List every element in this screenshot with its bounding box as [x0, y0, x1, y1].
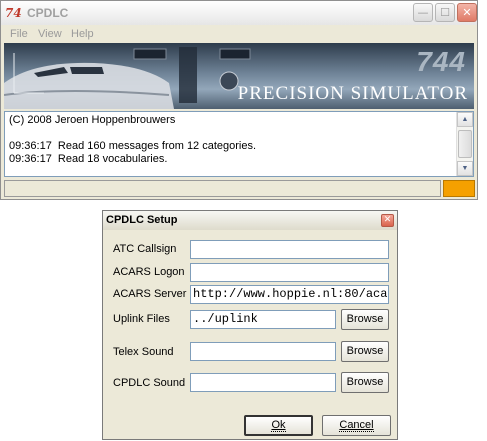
banner-image: 744 PRECISION SIMULATOR — [4, 43, 474, 109]
cancel-button-label: Cancel — [339, 419, 374, 432]
acars-server-input[interactable]: http://www.hoppie.nl:80/acars — [190, 285, 389, 304]
scroll-thumb[interactable] — [458, 130, 472, 158]
atc-callsign-input[interactable] — [190, 240, 389, 259]
cancel-button[interactable]: Cancel — [322, 415, 391, 436]
ok-button[interactable]: Ok — [244, 415, 313, 436]
telex-sound-label: Telex Sound — [113, 346, 174, 358]
dialog-close-button[interactable]: ✕ — [381, 214, 394, 227]
dialog-title: CPDLC Setup — [106, 214, 178, 226]
close-button[interactable]: ✕ — [457, 3, 477, 22]
cpdlc-sound-input[interactable] — [190, 373, 336, 392]
menu-bar: File View Help — [1, 25, 477, 43]
cpdlc-setup-dialog: CPDLC Setup ✕ ATC Callsign ACARS Logon A… — [102, 210, 398, 440]
cpdlc-main-window: 74 CPDLC — ☐ ✕ File View Help 744 PRECIS… — [0, 0, 478, 200]
uplink-files-input[interactable]: ../uplink — [190, 310, 336, 329]
window-title: CPDLC — [27, 6, 69, 20]
banner-product-text: PRECISION SIMULATOR — [237, 83, 468, 104]
log-line: 09:36:17 Read 160 messages from 12 categ… — [9, 140, 257, 152]
app-logo-icon: 74 — [5, 6, 22, 20]
title-bar[interactable]: 74 CPDLC — ☐ ✕ — [1, 1, 477, 26]
menu-help[interactable]: Help — [71, 28, 94, 40]
cpdlc-sound-browse-button[interactable]: Browse — [341, 372, 389, 393]
menu-view[interactable]: View — [38, 28, 62, 40]
acars-logon-input[interactable] — [190, 263, 389, 282]
scroll-up-arrow-icon[interactable]: ▲ — [457, 112, 473, 127]
acars-logon-label: ACARS Logon — [113, 266, 185, 278]
atc-callsign-label: ATC Callsign — [113, 243, 177, 255]
cpdlc-sound-label: CPDLC Sound — [113, 377, 186, 389]
uplink-files-label: Uplink Files — [113, 313, 170, 325]
acars-server-label: ACARS Server — [113, 288, 187, 300]
uplink-files-browse-button[interactable]: Browse — [341, 309, 389, 330]
maximize-button[interactable]: ☐ — [435, 3, 455, 22]
status-bar — [4, 180, 441, 197]
log-line: 09:36:17 Read 18 vocabularies. — [9, 153, 168, 165]
scroll-down-arrow-icon[interactable]: ▼ — [457, 161, 473, 176]
banner-model-text: 744 — [416, 46, 466, 77]
dialog-title-bar[interactable]: CPDLC Setup ✕ — [103, 211, 397, 230]
status-indicator — [443, 180, 475, 197]
log-scrollbar[interactable]: ▲ ▼ — [456, 112, 473, 176]
menu-file[interactable]: File — [10, 28, 28, 40]
message-log[interactable]: (C) 2008 Jeroen Hoppenbrouwers 09:36:17 … — [4, 111, 474, 177]
ok-button-label: Ok — [271, 419, 286, 432]
telex-sound-browse-button[interactable]: Browse — [341, 341, 389, 362]
minimize-button[interactable]: — — [413, 3, 433, 22]
telex-sound-input[interactable] — [190, 342, 336, 361]
log-line: (C) 2008 Jeroen Hoppenbrouwers — [9, 114, 176, 126]
